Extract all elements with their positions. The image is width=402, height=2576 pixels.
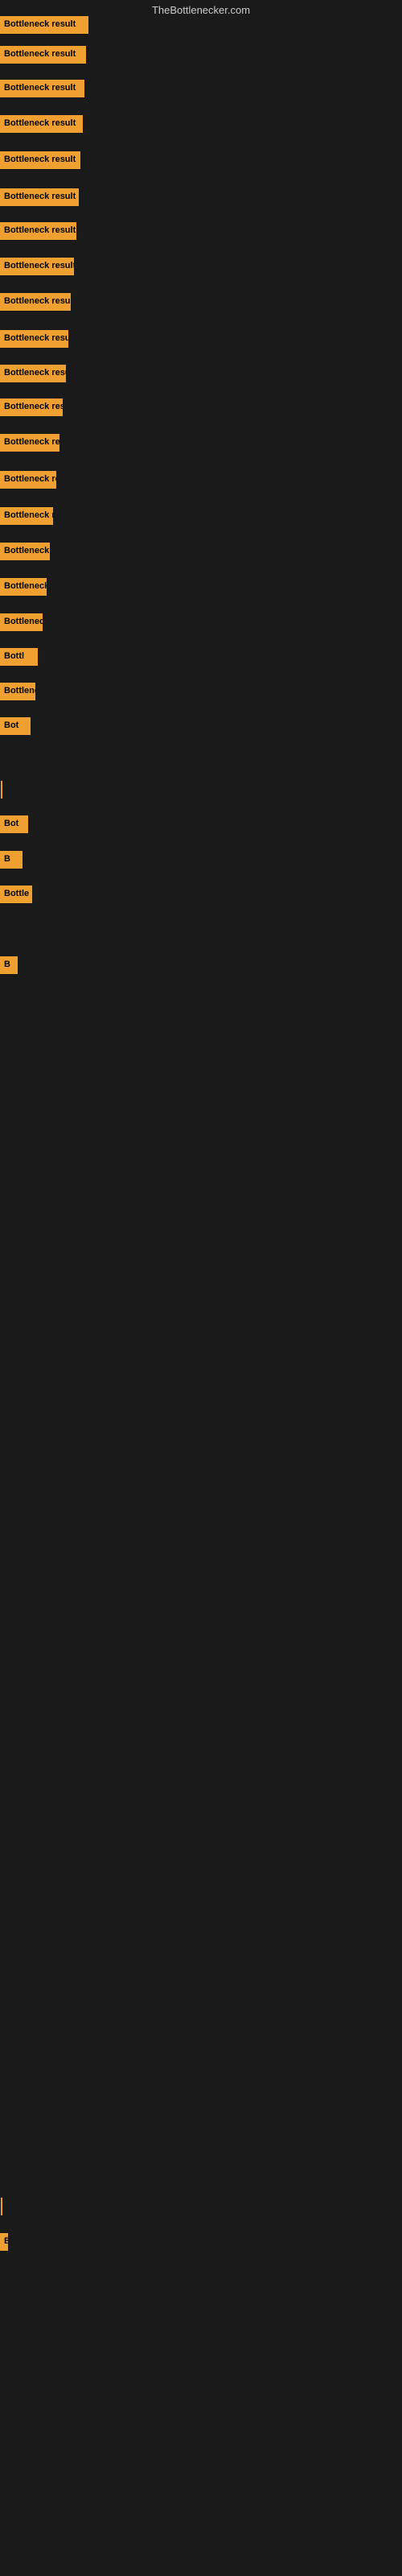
bottleneck-badge-8[interactable]: Bottleneck result (0, 293, 71, 311)
vertical-line-26 (1, 2198, 2, 2215)
bottleneck-badge-10[interactable]: Bottleneck result (0, 365, 66, 382)
bottleneck-badge-25[interactable]: B (0, 956, 18, 974)
vertical-line-21 (1, 781, 2, 799)
bottleneck-badge-5[interactable]: Bottleneck result (0, 188, 79, 206)
bottleneck-badge-13[interactable]: Bottleneck result (0, 471, 56, 489)
bottleneck-badge-7[interactable]: Bottleneck result (0, 258, 74, 275)
bottleneck-badge-23[interactable]: B (0, 851, 23, 869)
bottleneck-badge-2[interactable]: Bottleneck result (0, 80, 84, 97)
bottleneck-badge-18[interactable]: Bottl (0, 648, 38, 666)
bottleneck-badge-27[interactable]: B (0, 2233, 8, 2251)
bottleneck-badge-4[interactable]: Bottleneck result (0, 151, 80, 169)
bottleneck-badge-6[interactable]: Bottleneck result (0, 222, 76, 240)
bottleneck-badge-12[interactable]: Bottleneck result (0, 434, 59, 452)
bottleneck-badge-11[interactable]: Bottleneck result (0, 398, 63, 416)
bottleneck-badge-9[interactable]: Bottleneck result (0, 330, 68, 348)
bottleneck-badge-20[interactable]: Bot (0, 717, 31, 735)
bottleneck-badge-24[interactable]: Bottle (0, 886, 32, 903)
bottleneck-badge-1[interactable]: Bottleneck result (0, 46, 86, 64)
bottleneck-badge-0[interactable]: Bottleneck result (0, 16, 88, 34)
bottleneck-badge-19[interactable]: Bottlene (0, 683, 35, 700)
site-title: TheBottlenecker.com (152, 4, 250, 16)
bottleneck-badge-15[interactable]: Bottleneck res (0, 543, 50, 560)
bottleneck-badge-17[interactable]: Bottleneck (0, 613, 43, 631)
bottleneck-badge-3[interactable]: Bottleneck result (0, 115, 83, 133)
bottleneck-badge-22[interactable]: Bot (0, 815, 28, 833)
bottleneck-badge-14[interactable]: Bottleneck res (0, 507, 53, 525)
bottleneck-badge-16[interactable]: Bottleneck re (0, 578, 47, 596)
